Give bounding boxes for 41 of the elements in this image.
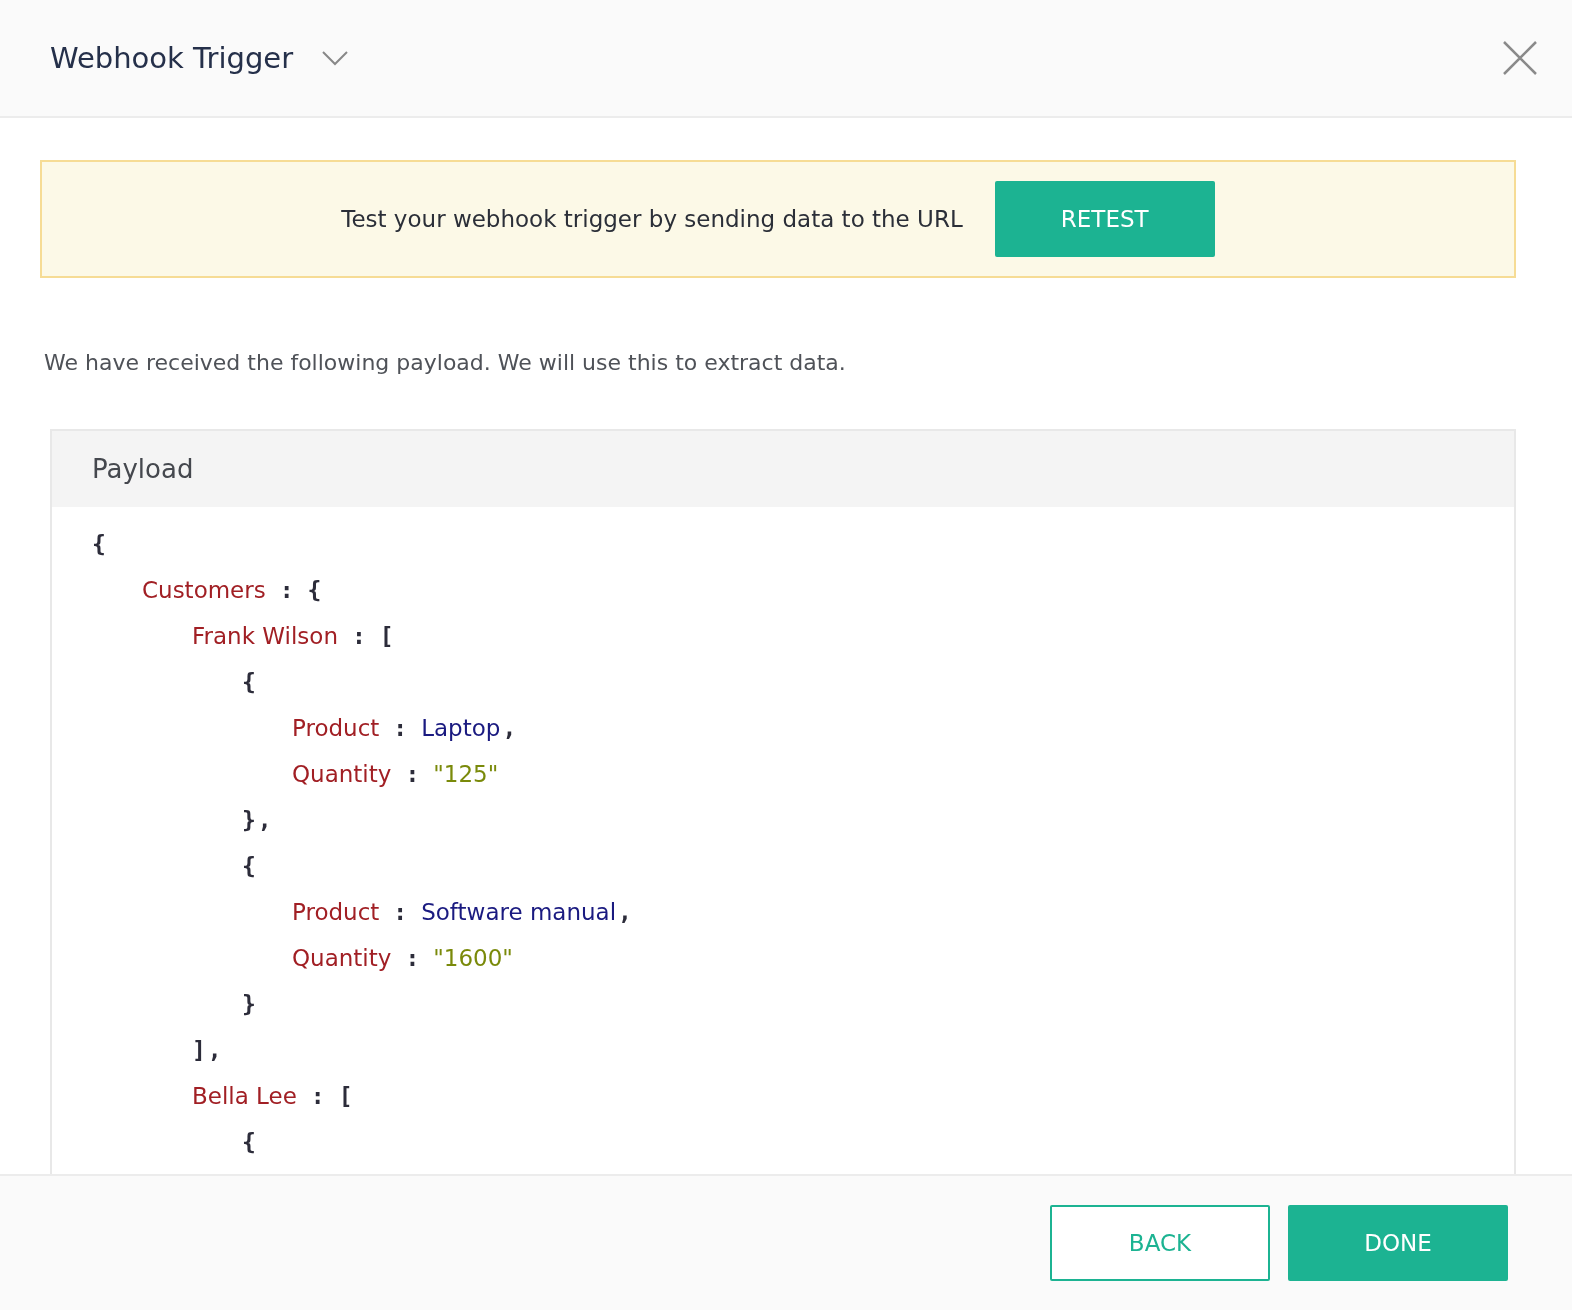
- code-key: Frank Wilson: [192, 623, 338, 649]
- code-punctuation: ,: [257, 807, 272, 833]
- code-punctuation: :: [393, 899, 408, 925]
- code-string: "1600": [433, 945, 513, 971]
- back-button[interactable]: BACK: [1050, 1205, 1270, 1281]
- code-punctuation: :: [393, 715, 408, 741]
- code-punctuation: :: [405, 945, 420, 971]
- code-punctuation: }: [242, 807, 256, 833]
- code-punctuation: ]: [192, 1037, 206, 1063]
- code-key: Product: [292, 715, 380, 741]
- chevron-down-icon[interactable]: [321, 50, 350, 66]
- code-punctuation: {: [242, 1129, 256, 1155]
- code-key: Quantity: [292, 761, 392, 787]
- code-key: Quantity: [292, 945, 392, 971]
- code-punctuation: ,: [502, 715, 517, 741]
- code-punctuation: :: [310, 1083, 325, 1109]
- code-punctuation: {: [242, 669, 256, 695]
- intro-text: We have received the following payload. We will use this to extract data.: [44, 350, 847, 375]
- code-punctuation: }: [242, 991, 256, 1017]
- retest-button[interactable]: RETEST: [994, 181, 1215, 257]
- code-punctuation: :: [351, 623, 366, 649]
- done-button[interactable]: DONE: [1288, 1205, 1508, 1281]
- code-key: Customers: [142, 577, 266, 603]
- code-punctuation: ,: [207, 1037, 222, 1063]
- payload-title: Payload: [52, 431, 1514, 507]
- code-key: Product: [292, 899, 380, 925]
- window-title: Webhook Trigger: [50, 41, 294, 75]
- code-punctuation: {: [242, 853, 256, 879]
- code-string: "125": [433, 761, 499, 787]
- code-punctuation: [: [379, 623, 394, 649]
- code-punctuation: [: [338, 1083, 353, 1109]
- code-value: Software manual: [421, 899, 617, 925]
- code-key: Bella Lee: [192, 1083, 297, 1109]
- code-punctuation: :: [405, 761, 420, 787]
- close-icon[interactable]: [1502, 40, 1538, 76]
- code-punctuation: :: [279, 577, 294, 603]
- code-punctuation: {: [92, 531, 106, 557]
- code-punctuation: ,: [618, 899, 632, 925]
- code-punctuation: {: [307, 577, 322, 603]
- banner-message: Test your webhook trigger by sending data to the URL: [341, 206, 963, 232]
- code-value: Laptop: [421, 715, 501, 741]
